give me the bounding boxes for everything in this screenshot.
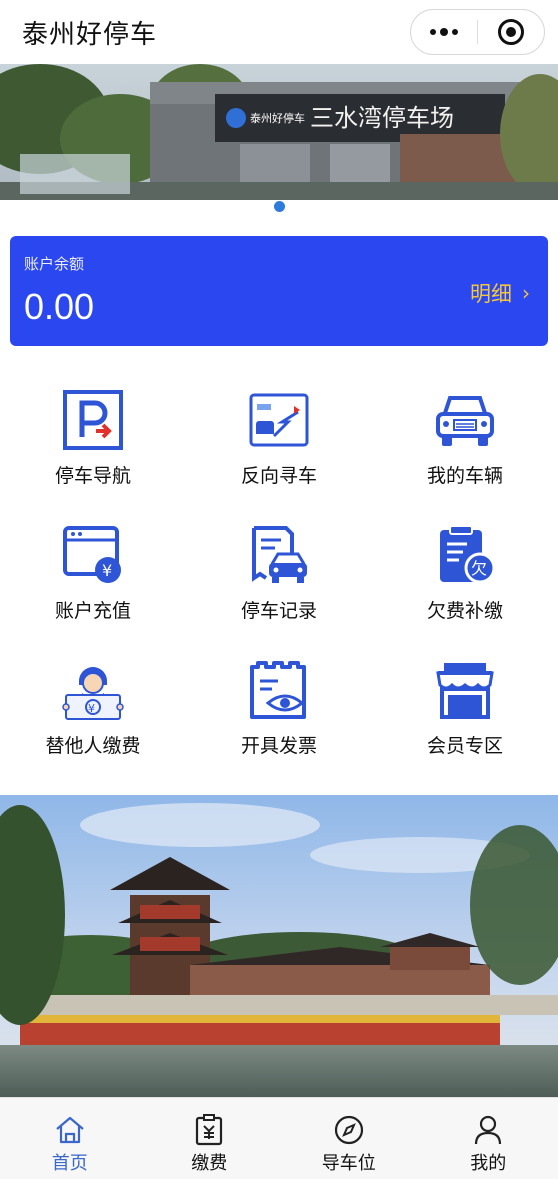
- tab-home[interactable]: 首页: [0, 1098, 140, 1179]
- close-mini-program-button[interactable]: [478, 10, 544, 54]
- service-label: 欠费补缴: [426, 600, 503, 622]
- reverse-find-car-icon: [244, 385, 314, 455]
- svg-text:¥: ¥: [88, 702, 95, 715]
- parking-lot-photo: 泰州好停车 三水湾停车场: [0, 64, 558, 200]
- service-parking-navigation[interactable]: 停车导航: [0, 385, 186, 505]
- balance-label: 账户余额: [24, 255, 85, 273]
- target-icon: [498, 19, 524, 45]
- home-icon: [53, 1114, 87, 1146]
- sign-logo-text: 泰州好停车: [250, 111, 305, 125]
- service-my-vehicle[interactable]: 我的车辆: [372, 385, 558, 505]
- mini-program-capsule: [410, 9, 545, 55]
- account-balance-card: 账户余额 0.00 明细 ›: [10, 236, 548, 346]
- dot-icon: [440, 28, 448, 36]
- invoice-icon: [244, 655, 314, 725]
- scenic-banner-image[interactable]: [0, 795, 558, 1097]
- dot-icon: [430, 29, 436, 35]
- app-title: 泰州好停车: [22, 20, 158, 50]
- dot-icon: [452, 29, 458, 35]
- bottom-tab-bar: 首页 缴费 导车位 我的: [0, 1097, 558, 1179]
- sign-text: 三水湾停车场: [310, 104, 454, 132]
- detail-label: 明细: [470, 282, 512, 306]
- service-grid: 停车导航 反向寻车 我的车辆 ¥ 账户充值 停车记录 欠 欠费补缴 ¥ 替他人缴…: [0, 380, 558, 780]
- arrears-payment-icon: 欠: [430, 520, 500, 590]
- more-options-button[interactable]: [411, 10, 477, 54]
- service-label: 开具发票: [240, 735, 317, 757]
- service-label: 反向寻车: [240, 465, 317, 487]
- carousel-dot-active: [273, 200, 285, 212]
- tab-label: 缴费: [191, 1153, 228, 1174]
- service-label: 会员专区: [426, 735, 503, 757]
- pay-for-others-icon: ¥: [58, 655, 128, 725]
- pavilion-photo: [0, 795, 558, 1097]
- service-label: 停车记录: [240, 600, 317, 622]
- header-bar: 泰州好停车: [0, 0, 558, 64]
- service-pay-for-others[interactable]: ¥ 替他人缴费: [0, 655, 186, 775]
- service-invoice[interactable]: 开具发票: [186, 655, 372, 775]
- my-vehicle-icon: [430, 385, 500, 455]
- parking-navigation-icon: [58, 385, 128, 455]
- svg-text:¥: ¥: [102, 561, 112, 580]
- service-parking-record[interactable]: 停车记录: [186, 520, 372, 640]
- service-label: 我的车辆: [426, 465, 503, 487]
- service-label: 替他人缴费: [45, 735, 141, 757]
- svg-text:欠: 欠: [471, 559, 487, 578]
- tab-guide-parking[interactable]: 导车位: [279, 1098, 419, 1179]
- balance-detail-link[interactable]: 明细 ›: [470, 278, 530, 308]
- chevron-right-icon: ›: [522, 281, 530, 305]
- service-arrears-payment[interactable]: 欠 欠费补缴: [372, 520, 558, 640]
- member-area-icon: [430, 655, 500, 725]
- account-recharge-icon: ¥: [58, 520, 128, 590]
- parking-record-icon: [244, 520, 314, 590]
- tab-payment[interactable]: 缴费: [140, 1098, 280, 1179]
- balance-amount: 0.00: [24, 286, 95, 327]
- banner-carousel[interactable]: 泰州好停车 三水湾停车场: [0, 64, 558, 200]
- service-member-area[interactable]: 会员专区: [372, 655, 558, 775]
- compass-icon: [332, 1114, 366, 1146]
- service-label: 账户充值: [54, 600, 131, 622]
- tab-label: 导车位: [321, 1153, 376, 1174]
- tab-mine[interactable]: 我的: [419, 1098, 558, 1179]
- payment-icon: [192, 1114, 226, 1146]
- service-label: 停车导航: [54, 465, 131, 487]
- service-reverse-find-car[interactable]: 反向寻车: [186, 385, 372, 505]
- tab-label: 首页: [51, 1153, 88, 1174]
- service-account-recharge[interactable]: ¥ 账户充值: [0, 520, 186, 640]
- carousel-indicator: [0, 199, 558, 213]
- user-icon: [471, 1114, 505, 1146]
- tab-label: 我的: [470, 1153, 507, 1174]
